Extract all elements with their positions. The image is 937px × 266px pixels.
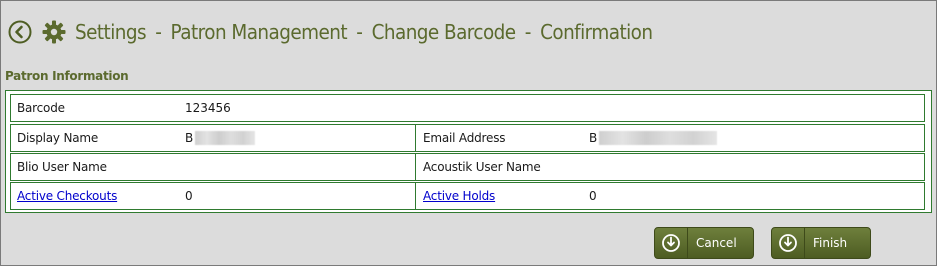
redacted-text [195,131,256,145]
barcode-value: 123456 [185,101,231,115]
holds-cell: Active Holds 0 [415,183,924,209]
table-row-names: Display Name B Email Address B [10,124,925,152]
acoustik-label: Acoustik User Name [423,160,541,174]
patron-info-table: Barcode 123456 Display Name B Email Addr… [5,90,932,213]
active-checkouts-link[interactable]: Active Checkouts [17,189,117,203]
section-title: Patron Information [5,69,129,83]
table-row-usernames: Blio User Name Acoustik User Name [10,153,925,181]
acoustik-cell: Acoustik User Name [415,154,924,180]
page-frame: Settings - Patron Management - Change Ba… [0,0,937,266]
breadcrumb-change-barcode: Change Barcode [371,20,517,44]
blio-label: Blio User Name [17,160,107,174]
breadcrumb-confirmation: Confirmation [540,20,653,44]
cancel-button[interactable]: Cancel [654,227,754,259]
active-holds-link[interactable]: Active Holds [423,189,495,203]
breadcrumb-settings: Settings [75,20,147,44]
breadcrumb-separator: - [524,20,532,44]
display-name-value: B [185,131,256,145]
table-row-activity: Active Checkouts 0 Active Holds 0 [10,182,925,210]
finish-button[interactable]: Finish [771,227,871,259]
redacted-text [599,131,718,145]
page-title: Settings - Patron Management - Change Ba… [75,20,653,44]
holds-value: 0 [589,189,597,203]
blio-cell: Blio User Name [11,154,415,180]
display-name-cell: Display Name B [11,125,415,151]
breadcrumb-patron-management: Patron Management [170,20,348,44]
email-cell: Email Address B [415,125,924,151]
breadcrumb-separator: - [155,20,162,44]
barcode-cell: Barcode 123456 [11,95,924,121]
email-label: Email Address [423,131,506,145]
finish-label: Finish [813,236,848,250]
back-arrow-circle-icon[interactable] [7,19,33,45]
table-row-barcode: Barcode 123456 [10,94,925,122]
display-name-label: Display Name [17,131,99,145]
power-download-icon [772,228,805,258]
page-header: Settings - Patron Management - Change Ba… [7,15,703,49]
breadcrumb-separator: - [356,20,363,44]
gear-icon [41,19,67,45]
barcode-label: Barcode [17,101,65,115]
power-download-icon [655,228,688,258]
checkouts-cell: Active Checkouts 0 [11,183,415,209]
email-text: B [589,131,598,145]
checkouts-value: 0 [185,189,193,203]
cancel-label: Cancel [696,236,737,250]
email-value: B [589,131,718,145]
display-name-text: B [185,131,194,145]
